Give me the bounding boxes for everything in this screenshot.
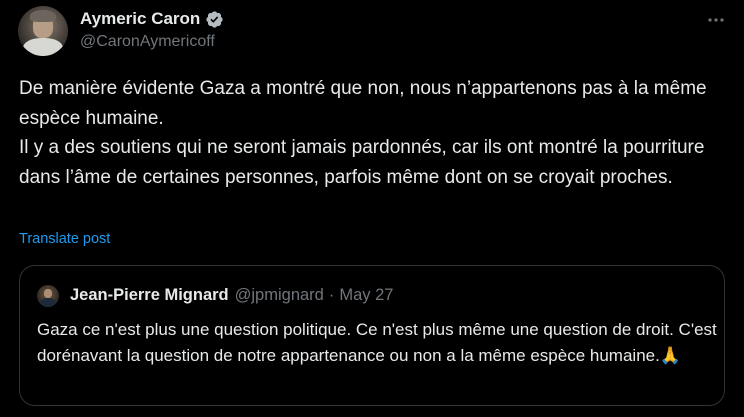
quoted-author-avatar[interactable] xyxy=(37,285,59,307)
tweet: Aymeric Caron @CaronAymericoff De manièr… xyxy=(0,0,744,417)
quoted-post-text: Gaza ce n'est plus une question politiqu… xyxy=(37,320,717,365)
quoted-avatar-body xyxy=(40,298,56,307)
quoted-author-handle[interactable]: @jpmignard xyxy=(235,286,324,305)
separator-dot: · xyxy=(328,286,335,304)
quoted-post-header: Jean-Pierre Mignard @jpmignard · May 27 xyxy=(70,286,393,305)
more-options-icon[interactable] xyxy=(706,10,726,30)
quoted-avatar-face xyxy=(44,289,52,298)
quoted-post-date[interactable]: May 27 xyxy=(339,286,393,305)
author-info: Aymeric Caron @CaronAymericoff xyxy=(80,8,224,51)
translate-post-link[interactable]: Translate post xyxy=(19,231,110,247)
author-avatar[interactable] xyxy=(18,6,68,56)
quoted-author-display-name[interactable]: Jean-Pierre Mignard xyxy=(70,286,229,305)
avatar-shirt xyxy=(23,38,63,56)
avatar-hair xyxy=(30,10,56,22)
display-name-row: Aymeric Caron xyxy=(80,8,224,30)
verified-badge-icon[interactable] xyxy=(205,10,224,29)
author-display-name[interactable]: Aymeric Caron xyxy=(80,9,200,29)
quoted-post-card[interactable]: Jean-Pierre Mignard @jpmignard · May 27 … xyxy=(19,265,725,406)
author-handle[interactable]: @CaronAymericoff xyxy=(80,33,224,51)
post-text: De manière évidente Gaza a montré que no… xyxy=(19,78,707,188)
